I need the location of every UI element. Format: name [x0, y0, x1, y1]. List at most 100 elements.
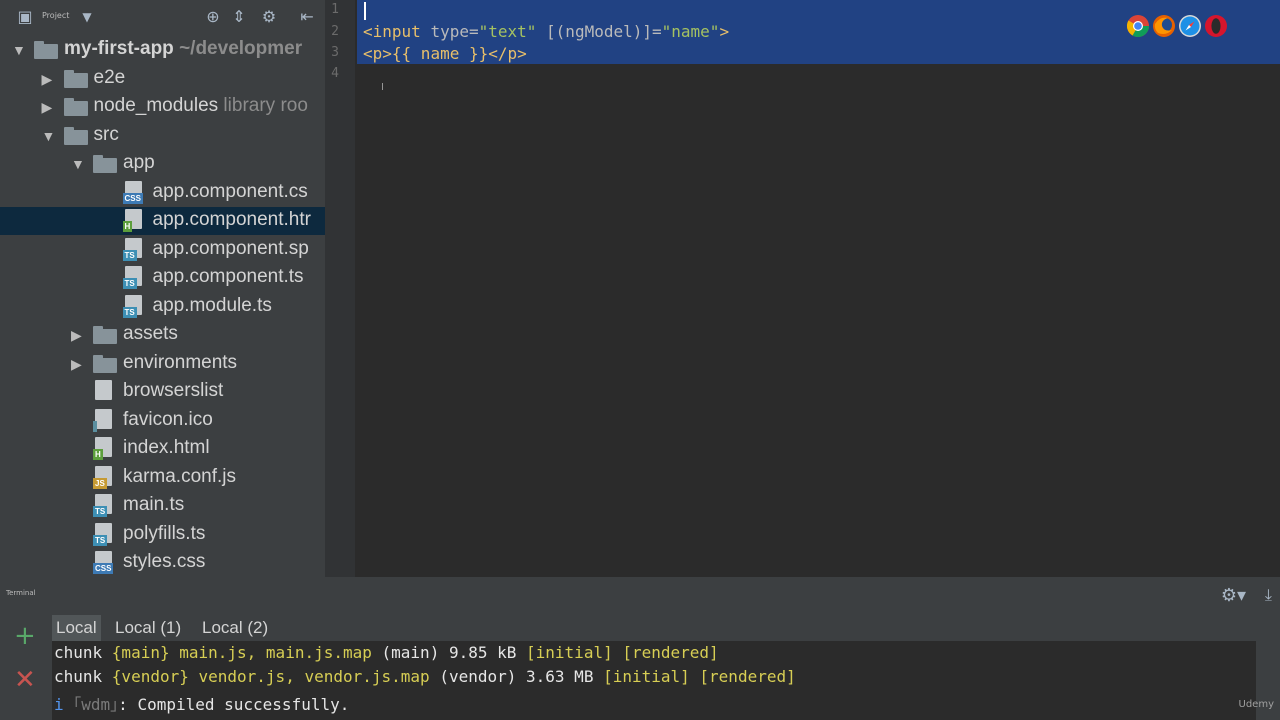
terminal-text: [initial] [rendered]: [526, 643, 719, 662]
tree-item-hint: ~/developmer: [173, 38, 303, 59]
file-icon: TS: [93, 522, 115, 547]
tree-item-label: assets: [123, 323, 178, 344]
udemy-watermark: Udemy: [1238, 699, 1274, 710]
file-icon: TS: [122, 237, 145, 262]
code-tag-close: </p>: [488, 44, 527, 63]
gear-icon[interactable]: ⚙: [258, 6, 280, 28]
tree-item-label: app.component.ts: [152, 266, 304, 287]
terminal-line: chunk {vendor} vendor.js, vendor.js.map …: [54, 667, 796, 686]
tree-item[interactable]: ▶ node_modules library roo: [0, 93, 325, 121]
tree-item[interactable]: browserslist: [0, 378, 325, 406]
expand-arrow-icon[interactable]: ▼: [71, 154, 87, 174]
terminal-tab-local[interactable]: Local: [52, 615, 101, 641]
file-icon: [93, 380, 115, 404]
tree-item[interactable]: TS polyfills.ts: [0, 521, 325, 549]
file-icon: TS: [122, 294, 145, 319]
tree-item-label: environments: [123, 351, 238, 373]
tree-item[interactable]: ▼ src: [0, 122, 325, 150]
tree-item-label: karma.conf.js: [123, 465, 236, 487]
folder-icon: [93, 326, 117, 344]
tree-item-label: styles.css: [123, 551, 206, 572]
terminal-title: Terminal: [6, 589, 36, 597]
project-view-icon[interactable]: ▣: [14, 6, 36, 28]
hide-panel-icon[interactable]: ⇤: [296, 6, 318, 28]
folder-icon: [63, 98, 88, 116]
firefox-icon[interactable]: [1152, 14, 1176, 38]
mouse-ibeam-cursor: I: [381, 82, 384, 93]
locate-file-icon[interactable]: ⊕: [202, 6, 224, 28]
close-icon[interactable]: ✕: [14, 667, 36, 693]
tree-item[interactable]: ▼ app: [0, 150, 325, 178]
project-view-label[interactable]: Project: [42, 11, 69, 20]
terminal-text: main.js, main.js.map: [169, 643, 372, 662]
expand-arrow-icon[interactable]: ▼: [12, 40, 28, 60]
tree-item-label: index.html: [123, 437, 210, 458]
tree-item[interactable]: ▶ environments: [0, 350, 325, 378]
tree-item-label: favicon.ico: [123, 408, 213, 430]
line-number: 4: [331, 66, 339, 81]
terminal-text: {vendor}: [111, 667, 189, 686]
file-icon: CSS: [93, 551, 115, 575]
tree-item-label: node_modules library roo: [93, 95, 308, 116]
tree-item-label: app: [123, 152, 155, 173]
code-tag-close: >: [719, 22, 730, 41]
collapse-arrow-icon[interactable]: ▶: [42, 69, 58, 89]
collapse-arrow-icon[interactable]: ▶: [42, 97, 58, 117]
tree-item[interactable]: TS app.component.ts: [0, 264, 325, 292]
tree-item[interactable]: ▶ e2e: [0, 65, 325, 93]
code-line-2[interactable]: <input type="text" [(ngModel)]="name">: [363, 22, 729, 41]
safari-icon[interactable]: [1178, 14, 1202, 38]
info-icon: i: [54, 695, 74, 714]
tree-item-label: my-first-app ~/developmer: [64, 38, 303, 59]
folder-icon: [63, 69, 88, 88]
opera-icon[interactable]: [1204, 14, 1228, 38]
terminal-text: chunk: [54, 667, 112, 686]
tree-item-label: app.component.htr: [152, 209, 311, 230]
tree-item[interactable]: TS app.module.ts: [0, 293, 325, 321]
tree-item[interactable]: CSS app.component.cs: [0, 179, 325, 207]
terminal-text: {main}: [111, 643, 170, 662]
terminal-text: ｢wdm｣: [73, 695, 119, 714]
line-gutter: 1 2 3 4: [325, 0, 355, 577]
terminal-text: [initial] [rendered]: [603, 667, 796, 686]
tree-item[interactable]: favicon.ico: [0, 407, 325, 435]
terminal-tab-local-1[interactable]: Local (1): [111, 615, 185, 641]
file-icon: TS: [93, 494, 115, 518]
collapse-all-icon[interactable]: ⇕: [228, 6, 250, 28]
terminal-text: : Compiled successfully.: [118, 695, 350, 714]
folder-icon: [93, 354, 117, 373]
tree-item[interactable]: JS karma.conf.js: [0, 464, 325, 492]
tree-item-label: app.component.cs: [152, 180, 308, 202]
hide-panel-icon[interactable]: ⤓: [1265, 585, 1272, 605]
tree-item[interactable]: CSS styles.css: [0, 549, 325, 577]
tree-item-label: polyfills.ts: [123, 522, 206, 544]
tree-item[interactable]: Hindex.html: [0, 435, 325, 463]
text-caret: [364, 2, 366, 20]
tree-item-label: app.module.ts: [152, 294, 272, 316]
tree-item-label: src: [93, 123, 119, 145]
tree-item[interactable]: ▶ assets: [0, 321, 325, 349]
gear-icon[interactable]: ⚙▾: [1221, 585, 1246, 606]
collapse-arrow-icon[interactable]: ▶: [71, 354, 87, 374]
code-attr: type=: [430, 22, 479, 41]
folder-icon: [34, 41, 58, 59]
chrome-icon[interactable]: [1126, 14, 1150, 38]
terminal-line: chunk {main} main.js, main.js.map (main)…: [54, 643, 719, 662]
tree-item[interactable]: ▼ my-first-app ~/developmer: [0, 36, 325, 64]
expand-arrow-icon[interactable]: ▼: [42, 126, 58, 146]
tree-item[interactable]: Happ.component.htr: [0, 207, 325, 235]
line-number: 3: [331, 45, 339, 60]
tree-item[interactable]: TS main.ts: [0, 492, 325, 520]
code-line-3[interactable]: <p>{{ name }}</p>: [363, 44, 527, 63]
terminal-output[interactable]: chunk {main} main.js, main.js.map (main)…: [52, 641, 1256, 720]
chevron-down-icon[interactable]: ▼: [76, 6, 98, 28]
code-string: "name": [661, 22, 720, 41]
plus-icon[interactable]: +: [14, 623, 36, 649]
tree-item[interactable]: TS app.component.sp: [0, 236, 325, 264]
tree-item-label: app.component.sp: [152, 237, 309, 259]
code-editor[interactable]: 1 2 3 4 <input type="text" [(ngModel)]="…: [325, 0, 1280, 577]
terminal-tab-local-2[interactable]: Local (2): [198, 615, 272, 641]
file-icon: [93, 408, 115, 433]
tree-item-label: browserslist: [123, 380, 224, 401]
collapse-arrow-icon[interactable]: ▶: [71, 325, 87, 345]
